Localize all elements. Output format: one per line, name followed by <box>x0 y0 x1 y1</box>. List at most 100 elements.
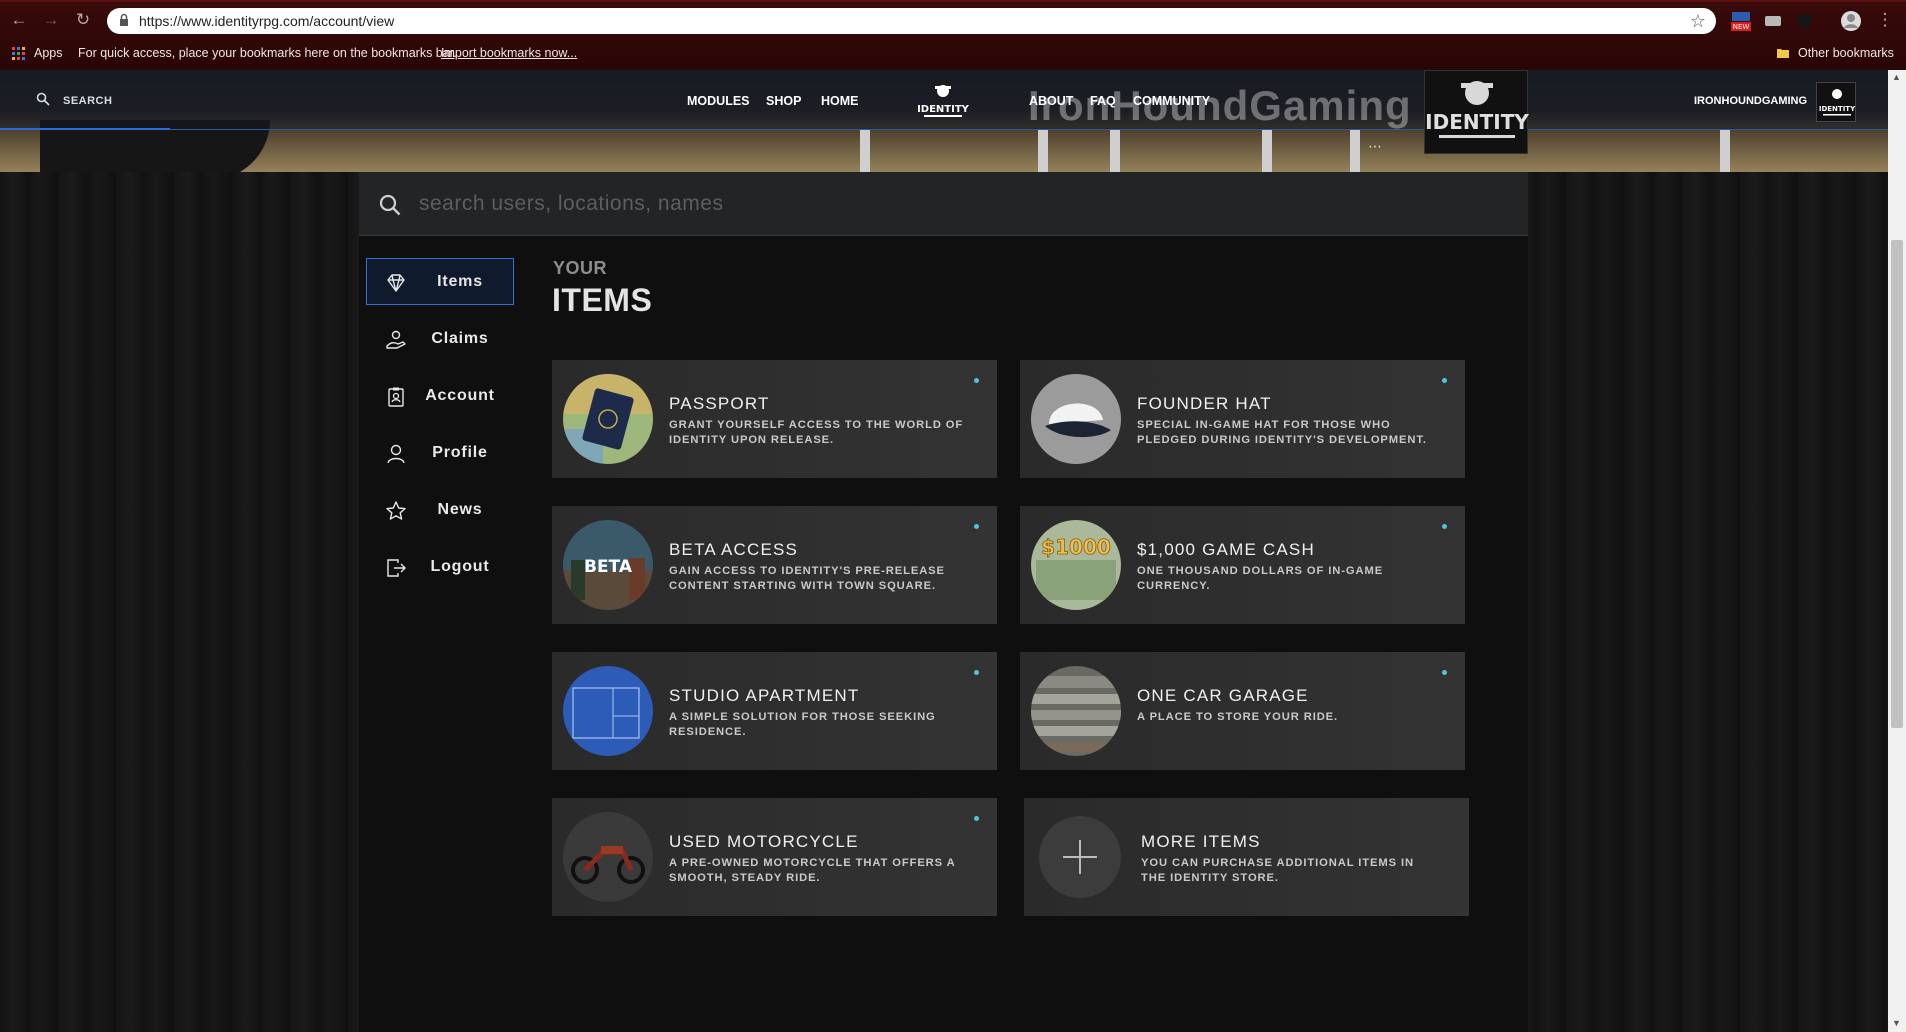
sidebar-item-label: Claims <box>431 330 489 347</box>
id-badge-icon <box>388 387 404 407</box>
item-card-game-cash[interactable]: $1000 $1,000 GAME CASH ONE THOUSAND DOLL… <box>1020 506 1465 624</box>
sidebar-item-label: Profile <box>432 444 488 461</box>
item-description: A PLACE TO STORE YOUR RIDE. <box>1137 711 1339 723</box>
nav-community[interactable]: COMMUNITY <box>1133 70 1210 132</box>
item-description: ONE THOUSAND DOLLARS OF IN-GAME CURRENCY… <box>1137 565 1384 592</box>
username[interactable]: IRONHOUNDGAMING <box>1694 70 1807 132</box>
status-dot <box>974 524 979 529</box>
status-dot <box>974 816 979 821</box>
address-bar[interactable]: https://www.identityrpg.com/account/view… <box>107 8 1716 34</box>
extension-shield-icon[interactable] <box>1794 10 1816 32</box>
bookmarks-bar: Apps For quick access, place your bookma… <box>0 42 1906 70</box>
item-card-passport[interactable]: PASSPORT GRANT YOURSELF ACCESS TO THE WO… <box>552 360 997 478</box>
header-search[interactable]: SEARCH <box>0 70 170 130</box>
main-content: Items Claims Account Profile News Logout… <box>359 172 1528 1032</box>
tab-strip <box>0 0 1906 2</box>
item-description: SPECIAL IN-GAME HAT FOR THOSE WHO PLEDGE… <box>1137 419 1427 446</box>
sidebar-item-logout[interactable]: Logout <box>366 543 514 590</box>
reload-icon[interactable]: ↻ <box>72 9 94 31</box>
user-avatar[interactable]: IDENTITY <box>1816 82 1856 122</box>
passport-thumbnail <box>563 374 653 464</box>
item-card-studio-apartment[interactable]: STUDIO APARTMENT A SIMPLE SOLUTION FOR T… <box>552 652 997 770</box>
item-description: A SIMPLE SOLUTION FOR THOSE SEEKING RESI… <box>669 711 936 738</box>
sidebar-item-label: News <box>437 501 483 518</box>
nav-modules[interactable]: MODULES <box>687 70 750 132</box>
item-title: PASSPORT <box>669 394 770 413</box>
sidebar-item-label: Items <box>437 273 483 290</box>
item-card-one-car-garage[interactable]: ONE CAR GARAGE A PLACE TO STORE YOUR RID… <box>1020 652 1465 770</box>
browser-chrome: ← → ↻ https://www.identityrpg.com/accoun… <box>0 0 1906 70</box>
railing-post <box>1110 130 1120 172</box>
item-description: GAIN ACCESS TO IDENTITY'S PRE-RELEASE CO… <box>669 565 945 592</box>
item-card-beta-access[interactable]: BETA BETA ACCESS GAIN ACCESS TO IDENTITY… <box>552 506 997 624</box>
search-input[interactable] <box>419 172 1499 236</box>
identity-logo[interactable]: IDENTITY <box>916 82 970 122</box>
user-search-bar <box>359 172 1528 236</box>
railing-post <box>1350 130 1360 172</box>
status-dot <box>1442 378 1447 383</box>
sidebar-item-claims[interactable]: Claims <box>366 315 514 362</box>
avatar-logo-text: IDENTITY <box>1819 105 1856 113</box>
item-description: A PRE-OWNED MOTORCYCLE THAT OFFERS A SMO… <box>669 857 956 884</box>
url-text: https://www.identityrpg.com/account/view <box>139 13 395 29</box>
star-icon <box>386 501 406 520</box>
identity-logo-large: IDENTITY <box>1424 70 1529 154</box>
bookmarks-hint: For quick access, place your bookmarks h… <box>78 46 457 60</box>
sidebar-item-items[interactable]: Items <box>366 258 514 305</box>
more-items-card[interactable]: MORE ITEMS YOU CAN PURCHASE ADDITIONAL I… <box>1024 798 1469 916</box>
user-icon <box>387 444 405 464</box>
scroll-up-icon[interactable]: ▲ <box>1892 72 1901 82</box>
item-title: USED MOTORCYCLE <box>669 832 859 851</box>
garage-thumbnail <box>1031 666 1121 756</box>
other-bookmarks[interactable]: Other bookmarks <box>1798 42 1894 64</box>
page-title: ITEMS <box>552 282 653 318</box>
item-description: GRANT YOURSELF ACCESS TO THE WORLD OF ID… <box>669 419 964 446</box>
railing-post <box>1262 130 1272 172</box>
forward-icon[interactable]: → <box>40 9 62 31</box>
sidebar-item-account[interactable]: Account <box>366 372 514 419</box>
page-scrollbar[interactable]: ▲ ▼ <box>1888 70 1906 1032</box>
diamond-icon <box>387 274 405 292</box>
item-card-used-motorcycle[interactable]: USED MOTORCYCLE A PRE-OWNED MOTORCYCLE T… <box>552 798 997 916</box>
founder-hat-thumbnail <box>1031 374 1121 464</box>
top-navigation: SEARCH MODULES SHOP HOME IDENTITY IronHo… <box>0 70 1888 154</box>
lock-icon <box>120 13 128 26</box>
sidebar-item-news[interactable]: News <box>366 486 514 533</box>
import-bookmarks-link[interactable]: Import bookmarks now... <box>441 42 577 64</box>
nav-faq[interactable]: FAQ <box>1090 70 1116 132</box>
cash-thumb-text: $1000 <box>1041 535 1111 559</box>
railing-post <box>1720 130 1730 172</box>
apps-grid-icon[interactable] <box>12 47 26 61</box>
sidebar-item-profile[interactable]: Profile <box>366 429 514 476</box>
item-card-founder-hat[interactable]: FOUNDER HAT SPECIAL IN-GAME HAT FOR THOS… <box>1020 360 1465 478</box>
nav-home[interactable]: HOME <box>821 70 859 132</box>
sidebar-item-label: Logout <box>430 558 490 575</box>
status-dot <box>1442 670 1447 675</box>
beta-thumb-text: BETA <box>584 557 633 577</box>
extension-card-icon[interactable] <box>1762 10 1784 32</box>
extension-new-icon[interactable]: NEW <box>1730 10 1752 32</box>
status-dot <box>974 670 979 675</box>
brand-watermark: IronHoundGaming <box>1028 82 1412 129</box>
scroll-down-icon[interactable]: ▼ <box>1892 1018 1901 1028</box>
nav-shop[interactable]: SHOP <box>766 70 801 132</box>
item-title: STUDIO APARTMENT <box>669 686 860 705</box>
sidebar-item-label: Account <box>425 387 495 404</box>
logo-large-text: IDENTITY <box>1425 110 1529 134</box>
ext-badge: NEW <box>1733 23 1750 31</box>
railing-post <box>860 130 870 172</box>
bookmark-star-icon[interactable]: ☆ <box>1690 10 1706 32</box>
nav-about[interactable]: ABOUT <box>1029 70 1073 132</box>
status-dot <box>1442 524 1447 529</box>
railing-post <box>1038 130 1048 172</box>
item-title: BETA ACCESS <box>669 540 799 559</box>
studio-apartment-thumbnail <box>563 666 653 756</box>
beta-access-thumbnail: BETA <box>563 520 653 610</box>
back-icon[interactable]: ← <box>8 9 30 31</box>
apps-link[interactable]: Apps <box>34 42 63 64</box>
profile-avatar-icon[interactable] <box>1840 10 1862 32</box>
status-dot <box>974 378 979 383</box>
ellipsis-icon: ⋯ <box>1368 138 1383 154</box>
menu-kebab-icon[interactable]: ⋮ <box>1874 9 1896 31</box>
scrollbar-thumb[interactable] <box>1891 240 1903 728</box>
